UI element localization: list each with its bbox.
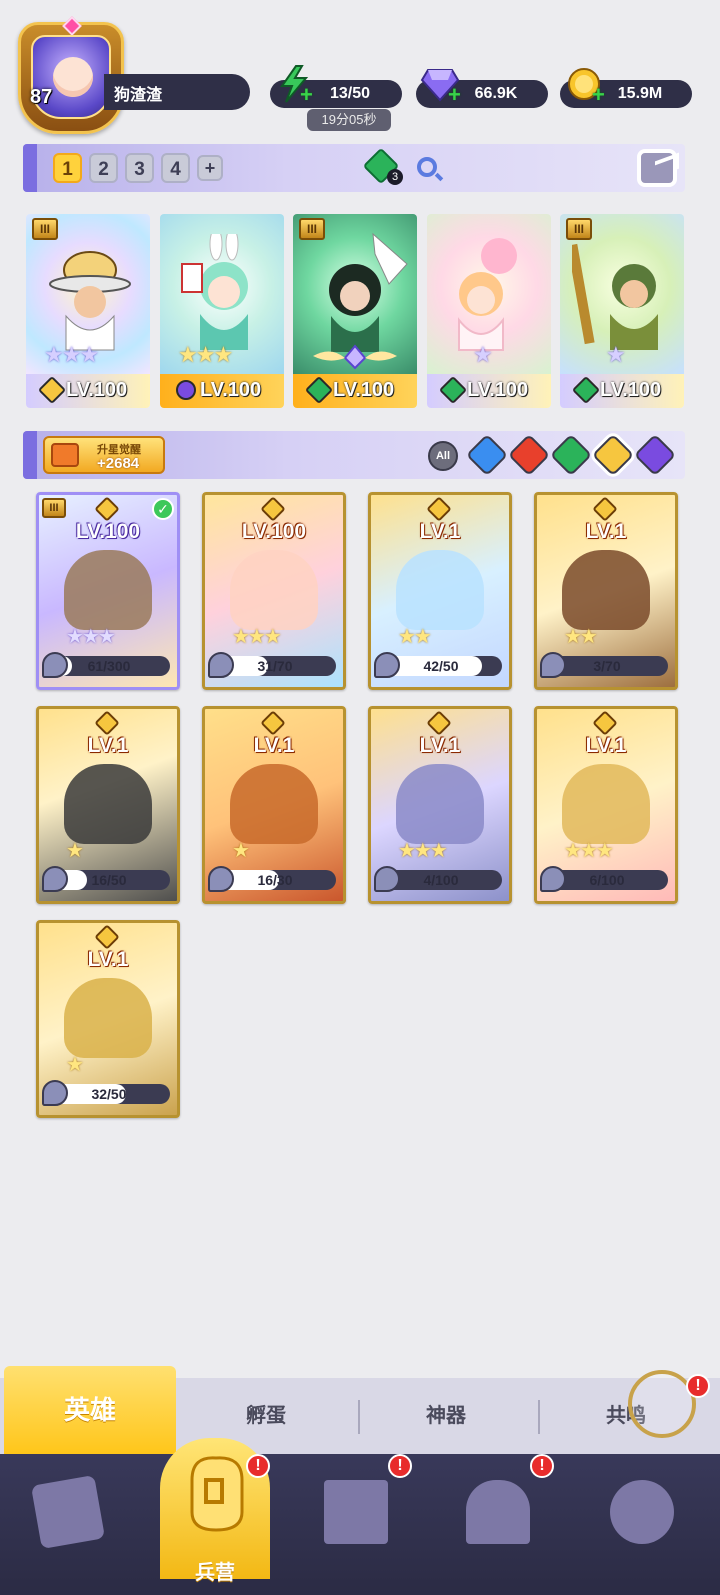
card-frame	[36, 492, 180, 690]
rank-badge: III	[42, 498, 66, 518]
energy-add-icon[interactable]: +	[300, 82, 313, 108]
filter-fire-icon[interactable]	[507, 433, 551, 477]
tab-artifacts[interactable]: 神器	[360, 1378, 532, 1454]
hero-figure	[458, 238, 517, 351]
card-frame	[534, 706, 678, 904]
share-icon[interactable]	[637, 149, 677, 187]
team-hero-card-2[interactable]: ★★★ LV.100	[160, 214, 284, 408]
hero-stars: ★	[606, 342, 626, 367]
resonance-ring-icon[interactable]	[628, 1370, 696, 1438]
hero-card[interactable]: LV.1 ★ 16/30	[202, 706, 346, 904]
card-frame	[368, 492, 512, 690]
team-bar-accent	[23, 144, 37, 192]
bottom-navigation: 兵营 ! ! !	[0, 1438, 720, 1595]
hero-card[interactable]: LV.100 ★★★ 31/70	[202, 492, 346, 690]
search-icon[interactable]	[417, 157, 437, 177]
team-add-button[interactable]: +	[197, 155, 223, 181]
filter-all-button[interactable]: All	[428, 441, 458, 471]
filter-leaf-icon[interactable]	[549, 433, 593, 477]
hero-card[interactable]: LV.100 ★★★ 61/300 ✓ III	[36, 492, 180, 690]
rank-gem-icon	[62, 16, 82, 36]
team-tab-2[interactable]: 2	[89, 153, 118, 183]
hero-figure	[572, 243, 658, 350]
hero-level: LV.100	[200, 379, 262, 401]
player-name[interactable]: 狗渣渣	[104, 74, 250, 110]
hero-level: LV.100	[333, 379, 395, 401]
rank-badge: III	[299, 218, 325, 240]
alert-badge-icon: !	[530, 1454, 554, 1478]
hero-stars: ★★★	[44, 342, 99, 367]
hero-level: LV.100	[467, 379, 529, 401]
sub-tab-bar: 英雄 孵蛋 神器 共鸣 !	[0, 1366, 720, 1454]
team-tab-4[interactable]: 4	[161, 153, 190, 183]
cards-icon	[30, 1474, 106, 1550]
barracks-glove-icon[interactable]	[178, 1450, 254, 1536]
awaken-value: +2684	[97, 455, 140, 472]
element-gem-count: 3	[387, 169, 403, 185]
energy-value: 13/50	[329, 85, 371, 102]
team-hero-card-5[interactable]: III ★ LV.100	[560, 214, 684, 408]
hero-card[interactable]: LV.1 ★★ 3/70	[534, 492, 678, 690]
gold-value: 15.9M	[617, 85, 663, 102]
team-tab-3[interactable]: 3	[125, 153, 154, 183]
card-frame	[202, 492, 346, 690]
nav-cards[interactable]	[28, 1472, 108, 1552]
wings-emblem-icon	[313, 344, 397, 370]
filter-bar-accent	[23, 431, 37, 479]
nav-barracks-label: 兵营	[195, 1562, 235, 1584]
team-hero-card-4[interactable]: ★ LV.100	[427, 214, 551, 408]
hero-stars: ★	[473, 342, 493, 367]
team-tab-1[interactable]: 1	[53, 153, 82, 183]
card-frame	[36, 920, 180, 1118]
alert-badge-icon: !	[246, 1454, 270, 1478]
hero-stars: ★★★	[178, 342, 233, 367]
nav-guild[interactable]	[602, 1472, 682, 1552]
hero-card[interactable]: LV.1 ★ 32/50	[36, 920, 180, 1118]
card-frame	[36, 706, 180, 904]
card-frame	[534, 492, 678, 690]
star-awaken-button[interactable]: 升星觉醒 +2684	[43, 436, 165, 474]
hero-level: LV.100	[600, 379, 662, 401]
card-frame	[368, 706, 512, 904]
team-hero-card-1[interactable]: III ★★★ LV.100	[26, 214, 150, 408]
hero-figure	[49, 251, 131, 351]
player-level: 87	[30, 86, 53, 108]
upgrade-arrow-icon	[51, 443, 79, 467]
avatar-face	[53, 57, 93, 97]
filter-light-icon[interactable]	[591, 433, 635, 477]
card-frame	[202, 706, 346, 904]
gems-add-icon[interactable]: +	[448, 82, 461, 108]
filter-water-icon[interactable]	[465, 433, 509, 477]
nav-shrine[interactable]	[458, 1472, 538, 1552]
energy-timer: 19分05秒	[307, 109, 391, 131]
alert-badge-icon: !	[388, 1454, 412, 1478]
hero-card[interactable]: LV.1 ★ 16/50	[36, 706, 180, 904]
hero-filter-bar: 升星觉醒 +2684 All	[23, 431, 685, 479]
hero-level: LV.100	[66, 379, 128, 401]
hero-figure	[181, 234, 248, 350]
tab-heroes[interactable]: 英雄	[4, 1366, 176, 1454]
hero-card[interactable]: LV.1 ★★ 42/50	[368, 492, 512, 690]
rank-badge: III	[566, 218, 592, 240]
team-selector-bar: 1 2 3 4 + 3	[23, 144, 685, 192]
shrine-icon	[466, 1480, 530, 1544]
hero-card[interactable]: LV.1 ★★★ 6/100	[534, 706, 678, 904]
gold-add-icon[interactable]: +	[592, 82, 605, 108]
rank-badge: III	[32, 218, 58, 240]
nav-map[interactable]	[316, 1472, 396, 1552]
gems-value: 66.9K	[474, 85, 518, 102]
hero-figure	[329, 232, 408, 352]
hero-card[interactable]: LV.1 ★★★ 4/100	[368, 706, 512, 904]
filter-dark-icon[interactable]	[633, 433, 677, 477]
map-book-icon	[324, 1480, 388, 1544]
alert-badge-icon: !	[686, 1374, 710, 1398]
guild-mushroom-icon	[610, 1480, 674, 1544]
team-hero-card-3[interactable]: III LV.100	[293, 214, 417, 408]
selected-check-icon: ✓	[152, 498, 174, 520]
